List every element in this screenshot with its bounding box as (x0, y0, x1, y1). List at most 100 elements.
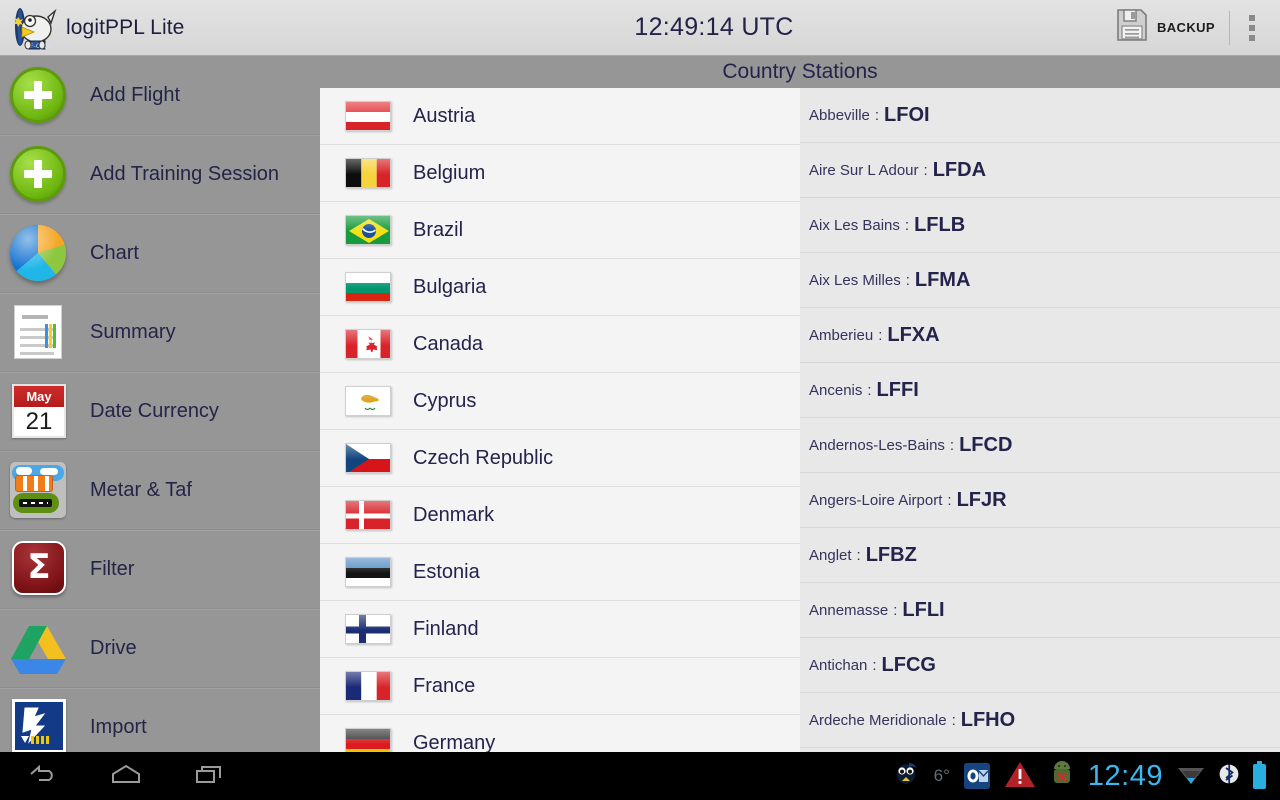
floppy-disk-icon (1116, 8, 1148, 47)
sidebar-item-label: Summary (90, 320, 176, 343)
station-name: Annemasse (809, 601, 889, 619)
flag-estonia (345, 557, 391, 587)
table-row[interactable]: Aire Sur L Adour : LFDA (800, 143, 1280, 198)
station-list[interactable]: Abbeville : LFOI Aire Sur L Adour : LFDA… (800, 88, 1280, 752)
top-bar-actions: BACKUP (1108, 0, 1280, 55)
sigma-glyph: Σ (27, 547, 51, 587)
top-action-bar: F-GJQD logitPPL Lite 12:49:14 UTC (0, 0, 1280, 56)
table-row[interactable]: Abbeville : LFOI (800, 88, 1280, 143)
list-item[interactable]: Germany (320, 715, 800, 752)
country-name: Cyprus (413, 389, 477, 412)
sidebar-item-filter[interactable]: Σ Filter (0, 530, 320, 609)
list-item[interactable]: Canada (320, 316, 800, 373)
app-brand[interactable]: F-GJQD logitPPL Lite (0, 5, 320, 51)
wifi-icon[interactable] (1177, 762, 1205, 791)
back-arrow-icon[interactable] (25, 762, 59, 791)
outlook-icon[interactable] (963, 763, 990, 789)
sidebar-item-add-flight[interactable]: Add Flight (0, 56, 320, 135)
list-item[interactable]: Brazil (320, 202, 800, 259)
table-row[interactable]: Antichan : LFCG (800, 638, 1280, 693)
app-title: logitPPL Lite (66, 15, 185, 39)
overflow-menu-icon[interactable] (1230, 0, 1274, 55)
station-code: LFFI (876, 378, 919, 401)
sidebar-item-label: Date Currency (90, 399, 219, 422)
station-code: LFCG (881, 653, 936, 676)
station-code: LFDA (932, 158, 987, 181)
sidebar-item-import[interactable]: Import (0, 688, 320, 752)
android-system-bar: 6° 12:49 (0, 752, 1280, 800)
sidebar-item-chart[interactable]: Chart (0, 214, 320, 293)
sidebar-item-date-currency[interactable]: May 21 Date Currency (0, 372, 320, 451)
table-row[interactable]: Annemasse : LFLI (800, 583, 1280, 638)
flag-finland (345, 614, 391, 644)
station-separator: : (905, 271, 910, 289)
home-icon[interactable] (109, 762, 143, 791)
table-row[interactable]: Amberieu : LFXA (800, 308, 1280, 363)
sidebar-item-drive[interactable]: Drive (0, 609, 320, 688)
country-name: Germany (413, 731, 496, 753)
station-name: Abbeville (809, 106, 870, 124)
station-name: Aix Les Bains (809, 216, 900, 234)
country-list[interactable]: Austria Belgium Brazil Bulgaria Canada C… (320, 88, 800, 752)
google-drive-icon (10, 618, 70, 678)
table-row[interactable]: Anglet : LFBZ (800, 528, 1280, 583)
android-error-icon[interactable] (1050, 760, 1074, 792)
warning-triangle-icon[interactable] (1004, 760, 1036, 793)
list-item[interactable]: Estonia (320, 544, 800, 601)
flag-cyprus (345, 386, 391, 416)
country-name: Belgium (413, 161, 486, 184)
flag-france (345, 671, 391, 701)
bluetooth-icon[interactable] (1219, 761, 1239, 792)
import-icon (10, 697, 70, 752)
station-separator: : (872, 656, 877, 674)
list-item[interactable]: Cyprus (320, 373, 800, 430)
country-name: Estonia (413, 560, 480, 583)
backup-button[interactable]: BACKUP (1108, 0, 1229, 55)
station-name: Aix Les Milles (809, 271, 901, 289)
flag-austria (345, 101, 391, 131)
country-name: Austria (413, 104, 476, 127)
list-item[interactable]: France (320, 658, 800, 715)
plus-circle-icon (10, 144, 70, 204)
sidebar-item-add-training-session[interactable]: Add Training Session (0, 135, 320, 214)
overflow-dot (1249, 14, 1255, 21)
country-name: Czech Republic (413, 446, 554, 469)
station-name: Amberieu (809, 326, 874, 344)
station-separator: : (951, 711, 956, 729)
sidebar-item-label: Add Flight (90, 83, 181, 106)
sidebar-item-label: Filter (90, 557, 135, 580)
table-row[interactable]: Angers-Loire Airport : LFJR (800, 473, 1280, 528)
station-code: LFMA (914, 268, 971, 291)
list-item[interactable]: Czech Republic (320, 430, 800, 487)
overflow-dot (1249, 24, 1255, 31)
list-item[interactable]: Austria (320, 88, 800, 145)
table-row[interactable]: Ardeche Meridionale : LFHO (800, 693, 1280, 748)
twitter-bird-icon[interactable] (892, 761, 920, 792)
plus-circle-icon (10, 65, 70, 125)
country-name: Brazil (413, 218, 464, 241)
recent-apps-icon[interactable] (193, 762, 227, 791)
station-code: LFJR (956, 488, 1007, 511)
station-separator: : (923, 161, 928, 179)
sidebar-item-metar-taf[interactable]: Metar & Taf (0, 451, 320, 530)
country-name: Finland (413, 617, 479, 640)
document-icon (10, 302, 70, 362)
battery-icon[interactable] (1253, 760, 1266, 789)
station-code: LFXA (887, 323, 940, 346)
list-item[interactable]: Denmark (320, 487, 800, 544)
table-row[interactable]: Ancenis : LFFI (800, 363, 1280, 418)
list-item[interactable]: Bulgaria (320, 259, 800, 316)
navigation-buttons (0, 762, 227, 791)
list-item[interactable]: Belgium (320, 145, 800, 202)
sigma-icon: Σ (10, 539, 70, 599)
table-row[interactable]: Andernos-Les-Bains : LFCD (800, 418, 1280, 473)
table-row[interactable]: Aix Les Bains : LFLB (800, 198, 1280, 253)
station-code: LFCD (959, 433, 1013, 456)
country-name: France (413, 674, 476, 697)
table-row[interactable]: Aix Les Milles : LFMA (800, 253, 1280, 308)
list-item[interactable]: Finland (320, 601, 800, 658)
sidebar-item-summary[interactable]: Summary (0, 293, 320, 372)
station-separator: : (947, 491, 952, 509)
station-name: Antichan (809, 656, 868, 674)
station-separator: : (856, 546, 861, 564)
